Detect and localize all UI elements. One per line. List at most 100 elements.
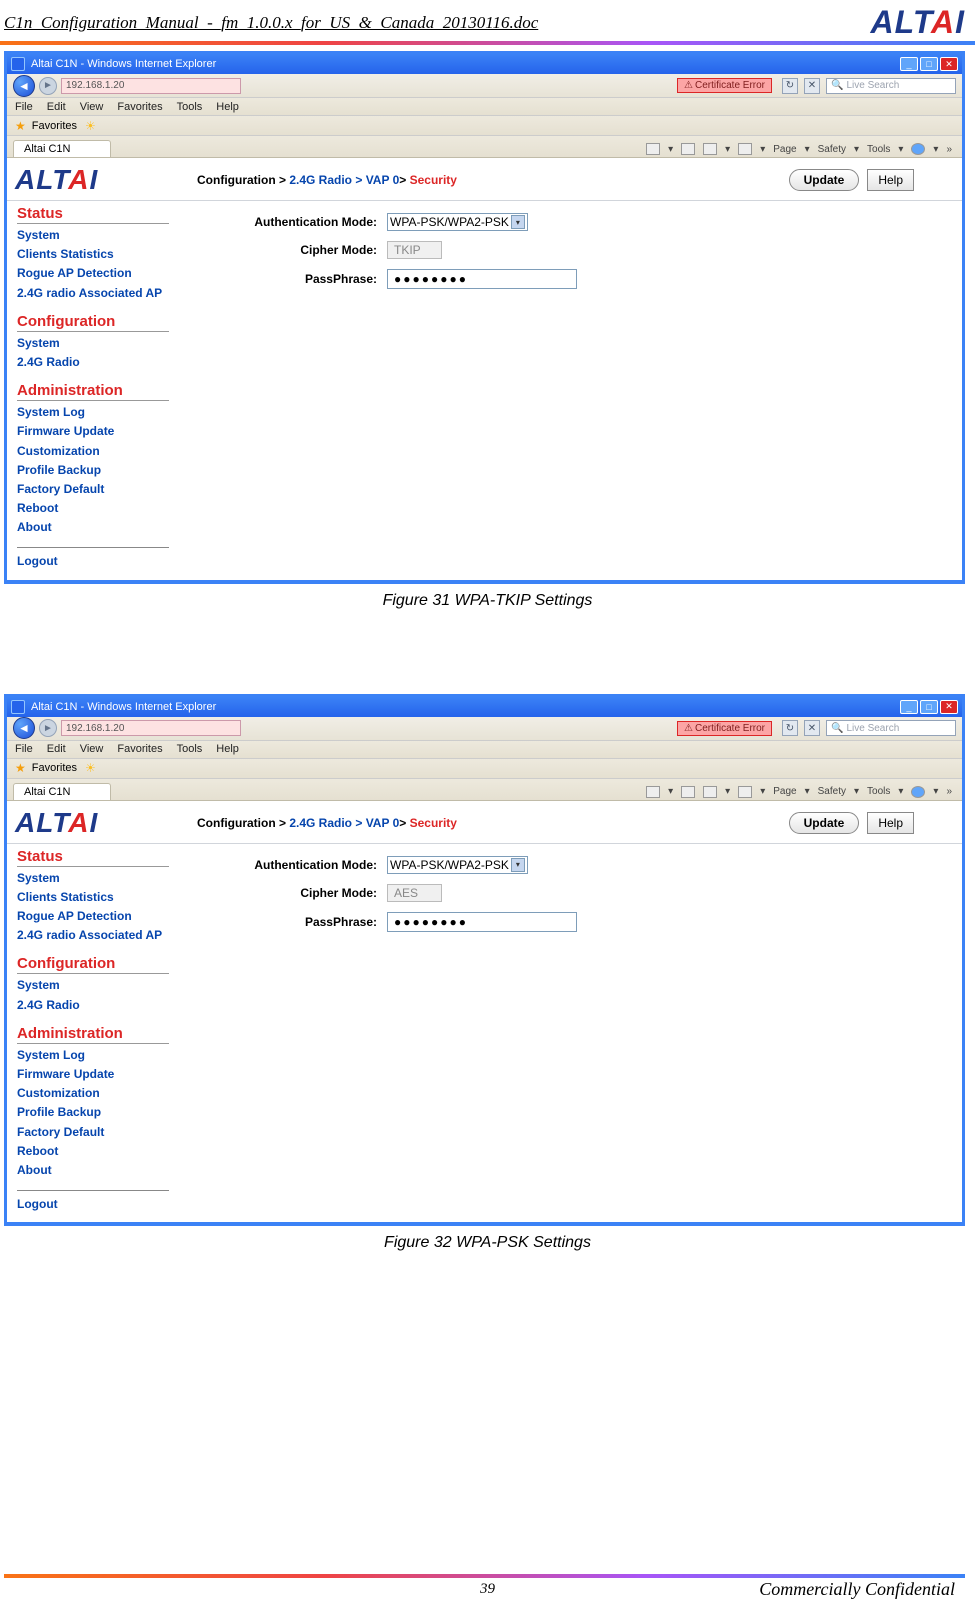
menu-view[interactable]: View (80, 101, 104, 113)
sidebar-24g-radio[interactable]: 2.4G Radio (17, 353, 169, 372)
sidebar-system-config-2[interactable]: System (17, 976, 169, 995)
bc-vap-2[interactable]: VAP 0 (366, 816, 400, 830)
page-menu-2[interactable]: Page (773, 786, 796, 797)
menu-edit[interactable]: Edit (47, 101, 66, 113)
help-button-2[interactable]: Help (867, 812, 914, 834)
passphrase-input-2[interactable]: ●●●●●●●● (387, 912, 577, 932)
auth-mode-select-2[interactable]: WPA-PSK/WPA2-PSK ▾ (387, 856, 528, 874)
sidebar-profile-backup[interactable]: Profile Backup (17, 461, 169, 480)
sidebar-customization[interactable]: Customization (17, 442, 169, 461)
minimize-button[interactable]: _ (900, 57, 918, 71)
home-icon-2[interactable] (646, 786, 660, 798)
browser-tab[interactable]: Altai C1N (13, 140, 111, 157)
update-button-2[interactable]: Update (789, 812, 860, 834)
forward-button[interactable]: ► (39, 77, 57, 95)
configuration-title-2: Configuration (17, 955, 169, 974)
back-button[interactable]: ◄ (13, 75, 35, 97)
sidebar-about[interactable]: About (17, 518, 169, 537)
bc-radio-2[interactable]: 2.4G Radio > (289, 816, 365, 830)
auth-mode-select[interactable]: WPA-PSK/WPA2-PSK ▾ (387, 213, 528, 231)
close-button-2[interactable]: ✕ (940, 700, 958, 714)
maximize-button-2[interactable]: □ (920, 700, 938, 714)
menu-file-2[interactable]: File (15, 743, 33, 755)
sidebar-rogue-ap-2[interactable]: Rogue AP Detection (17, 907, 169, 926)
certificate-error[interactable]: ⚠ Certificate Error (677, 78, 772, 93)
search-box[interactable]: 🔍Live Search (826, 78, 956, 94)
refresh-button-2[interactable]: ↻ (782, 720, 798, 736)
sidebar-about-2[interactable]: About (17, 1161, 169, 1180)
sidebar-profile-backup-2[interactable]: Profile Backup (17, 1103, 169, 1122)
sidebar-factory-default-2[interactable]: Factory Default (17, 1123, 169, 1142)
ie-window-2: Altai C1N - Windows Internet Explorer _ … (4, 694, 965, 1227)
menu-edit-2[interactable]: Edit (47, 743, 66, 755)
certificate-error-2[interactable]: ⚠ Certificate Error (677, 721, 772, 736)
feed-icon[interactable] (681, 143, 695, 155)
sidebar-system-config[interactable]: System (17, 334, 169, 353)
fav-folder-icon-2[interactable]: ☀ (85, 761, 96, 775)
feed-icon-2[interactable] (681, 786, 695, 798)
sidebar-reboot[interactable]: Reboot (17, 499, 169, 518)
menu-tools[interactable]: Tools (177, 101, 203, 113)
fav-folder-icon[interactable]: ☀ (85, 119, 96, 133)
help-button[interactable]: Help (867, 169, 914, 191)
expand-chevron[interactable]: » (946, 144, 952, 155)
sidebar-associated-ap[interactable]: 2.4G radio Associated AP (17, 284, 169, 303)
help-icon-2[interactable] (911, 786, 925, 798)
sidebar-logout-2[interactable]: Logout (17, 1195, 169, 1214)
menu-file[interactable]: File (15, 101, 33, 113)
sidebar-logout[interactable]: Logout (17, 552, 169, 571)
update-button[interactable]: Update (789, 169, 860, 191)
mail-icon[interactable] (703, 143, 717, 155)
passphrase-label-2: PassPhrase: (207, 915, 387, 929)
safety-menu[interactable]: Safety (818, 144, 846, 155)
sidebar-system-status-2[interactable]: System (17, 869, 169, 888)
page-menu[interactable]: Page (773, 144, 796, 155)
tools-menu[interactable]: Tools (867, 144, 890, 155)
minimize-button-2[interactable]: _ (900, 700, 918, 714)
sidebar-system-log[interactable]: System Log (17, 403, 169, 422)
bc-radio[interactable]: 2.4G Radio > (289, 173, 365, 187)
sidebar-24g-radio-2[interactable]: 2.4G Radio (17, 996, 169, 1015)
safety-menu-2[interactable]: Safety (818, 786, 846, 797)
search-box-2[interactable]: 🔍Live Search (826, 720, 956, 736)
address-bar[interactable]: 192.168.1.20 (61, 78, 241, 94)
bc-vap[interactable]: VAP 0 (366, 173, 400, 187)
home-icon[interactable] (646, 143, 660, 155)
browser-tab-2[interactable]: Altai C1N (13, 783, 111, 800)
refresh-button[interactable]: ↻ (782, 78, 798, 94)
sidebar-clients-statistics[interactable]: Clients Statistics (17, 245, 169, 264)
sidebar-firmware-update[interactable]: Firmware Update (17, 422, 169, 441)
back-button-2[interactable]: ◄ (13, 717, 35, 739)
menu-help[interactable]: Help (216, 101, 239, 113)
help-icon[interactable] (911, 143, 925, 155)
favorites-star-icon-2[interactable]: ★ (15, 761, 26, 775)
close-button[interactable]: ✕ (940, 57, 958, 71)
menu-help-2[interactable]: Help (216, 743, 239, 755)
menu-view-2[interactable]: View (80, 743, 104, 755)
sidebar-associated-ap-2[interactable]: 2.4G radio Associated AP (17, 926, 169, 945)
sidebar-customization-2[interactable]: Customization (17, 1084, 169, 1103)
sidebar-firmware-update-2[interactable]: Firmware Update (17, 1065, 169, 1084)
sidebar-clients-statistics-2[interactable]: Clients Statistics (17, 888, 169, 907)
forward-button-2[interactable]: ► (39, 719, 57, 737)
print-icon-2[interactable] (738, 786, 752, 798)
passphrase-input[interactable]: ●●●●●●●● (387, 269, 577, 289)
sidebar-rogue-ap[interactable]: Rogue AP Detection (17, 264, 169, 283)
sidebar-system-status[interactable]: System (17, 226, 169, 245)
menu-favorites[interactable]: Favorites (117, 101, 162, 113)
web-logo-a-2: A (68, 807, 89, 838)
print-icon[interactable] (738, 143, 752, 155)
menu-favorites-2[interactable]: Favorites (117, 743, 162, 755)
maximize-button[interactable]: □ (920, 57, 938, 71)
stop-button[interactable]: ✕ (804, 78, 820, 94)
tools-menu-2[interactable]: Tools (867, 786, 890, 797)
expand-chevron-2[interactable]: » (946, 786, 952, 797)
sidebar-factory-default[interactable]: Factory Default (17, 480, 169, 499)
favorites-star-icon[interactable]: ★ (15, 119, 26, 133)
sidebar-reboot-2[interactable]: Reboot (17, 1142, 169, 1161)
menu-tools-2[interactable]: Tools (177, 743, 203, 755)
stop-button-2[interactable]: ✕ (804, 720, 820, 736)
mail-icon-2[interactable] (703, 786, 717, 798)
address-bar-2[interactable]: 192.168.1.20 (61, 720, 241, 736)
sidebar-system-log-2[interactable]: System Log (17, 1046, 169, 1065)
